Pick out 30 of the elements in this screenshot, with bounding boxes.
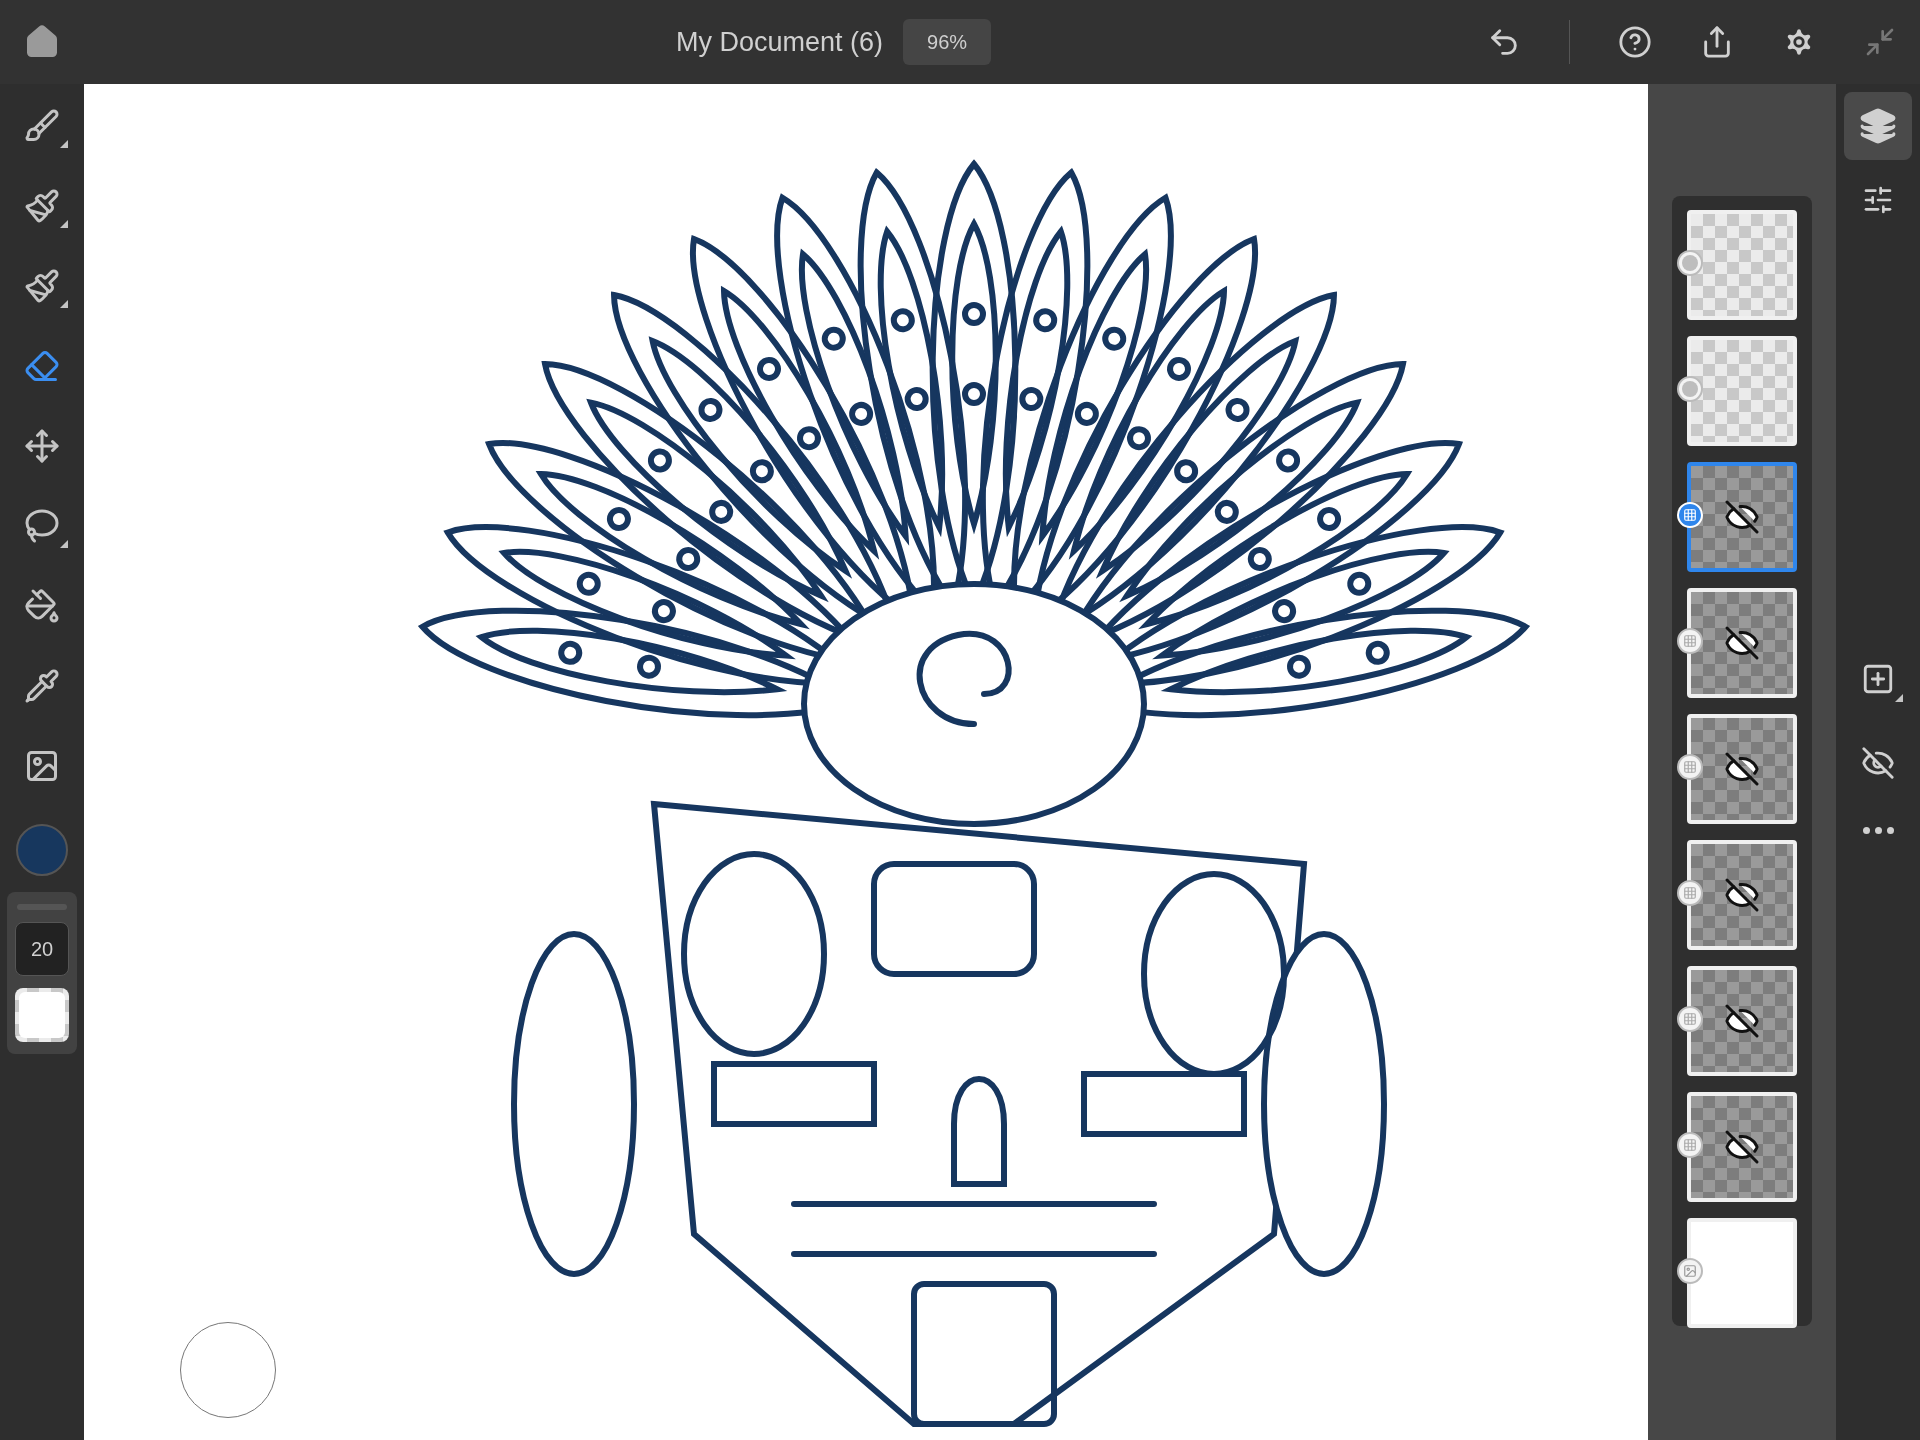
vector-layer-badge-icon bbox=[1677, 376, 1703, 402]
sliders-icon[interactable] bbox=[1862, 184, 1894, 216]
layer-thumbnail[interactable] bbox=[1687, 462, 1797, 572]
pixel-layer-badge-icon bbox=[1677, 628, 1703, 654]
hidden-eye-icon bbox=[1724, 499, 1760, 535]
document-title: My Document (6) bbox=[675, 25, 883, 59]
hidden-eye-icon bbox=[1724, 877, 1760, 913]
home-button[interactable] bbox=[24, 24, 60, 60]
hidden-eye-icon bbox=[1724, 1129, 1760, 1165]
plus-square-icon bbox=[1861, 662, 1895, 696]
pixel-layer-badge-icon bbox=[1677, 502, 1703, 528]
zoom-level[interactable]: 96% bbox=[903, 19, 992, 65]
brush-size-field[interactable]: 20 bbox=[15, 922, 69, 976]
hidden-eye-icon bbox=[1724, 751, 1760, 787]
color-swatch[interactable] bbox=[16, 824, 68, 876]
image-layer-badge-icon bbox=[1677, 1258, 1703, 1284]
hidden-eye-icon bbox=[1724, 625, 1760, 661]
pixel-layer-badge-icon bbox=[1677, 1132, 1703, 1158]
pixel-layer-badge-icon bbox=[1677, 880, 1703, 906]
ellipsis-icon bbox=[1862, 826, 1894, 834]
layers-icon bbox=[1859, 107, 1897, 145]
fullscreen-button[interactable] bbox=[1864, 26, 1896, 58]
pixel-layer-badge-icon bbox=[1677, 1006, 1703, 1032]
brush-opacity-swatch[interactable] bbox=[15, 988, 69, 1042]
layers-button[interactable] bbox=[1844, 92, 1912, 160]
help-button[interactable] bbox=[1618, 25, 1652, 59]
pixel-layer-badge-icon bbox=[1677, 754, 1703, 780]
hide-layer-button[interactable] bbox=[1861, 746, 1895, 780]
hidden-eye-icon bbox=[1724, 1003, 1760, 1039]
vector-layer-badge-icon bbox=[1677, 250, 1703, 276]
